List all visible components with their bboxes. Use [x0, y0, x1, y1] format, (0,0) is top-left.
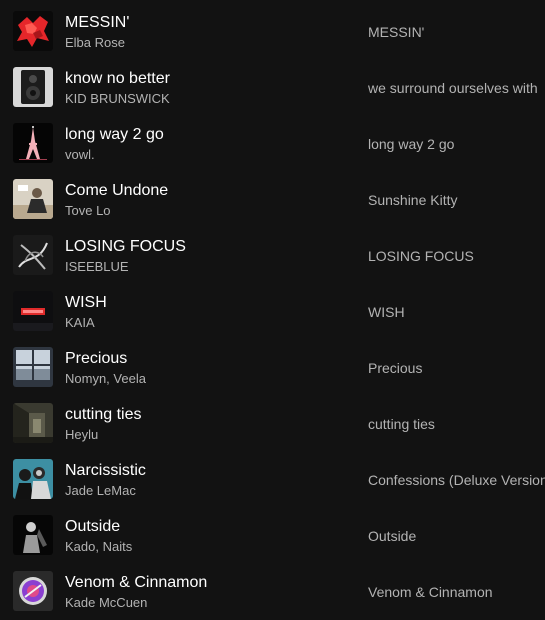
album-cover[interactable] — [13, 235, 53, 275]
track-list: MESSIN' Elba Rose MESSIN' know no better… — [0, 0, 545, 620]
album-cover[interactable] — [13, 515, 53, 555]
track-row[interactable]: Venom & Cinnamon Kade McCuen Venom & Cin… — [0, 563, 545, 619]
album-cover[interactable] — [13, 123, 53, 163]
track-artist[interactable]: Tove Lo — [65, 203, 111, 219]
album-cover[interactable] — [13, 67, 53, 107]
track-row[interactable]: Outside Kado, Naits Outside — [0, 507, 545, 563]
track-row[interactable]: know no better KID BRUNSWICK we surround… — [0, 59, 545, 115]
track-title[interactable]: know no better — [65, 69, 170, 89]
album-cover[interactable] — [13, 459, 53, 499]
track-row[interactable]: Come Undone Tove Lo Sunshine Kitty — [0, 171, 545, 227]
track-row[interactable]: long way 2 go vowl. long way 2 go — [0, 115, 545, 171]
track-album[interactable]: long way 2 go — [368, 135, 545, 153]
track-title[interactable]: cutting ties — [65, 405, 141, 425]
track-album[interactable]: Venom & Cinnamon — [368, 583, 545, 601]
group-portrait-icon — [13, 459, 53, 499]
track-row[interactable]: WISH KAIA WISH — [0, 283, 545, 339]
track-title[interactable]: WISH — [65, 293, 107, 313]
track-title[interactable]: Narcissistic — [65, 461, 146, 481]
red-crumpled-figure-icon — [13, 11, 53, 51]
track-artist[interactable]: KID BRUNSWICK — [65, 91, 170, 107]
purple-orb-icon — [13, 571, 53, 611]
track-artist[interactable]: Nomyn, Veela — [65, 371, 146, 387]
track-row[interactable]: MESSIN' Elba Rose MESSIN' — [0, 3, 545, 59]
track-album[interactable]: cutting ties — [368, 415, 545, 433]
track-title[interactable]: MESSIN' — [65, 13, 129, 33]
track-artist[interactable]: Jade LeMac — [65, 483, 136, 499]
track-artist[interactable]: Kado, Naits — [65, 539, 132, 555]
wish-neon-logo-icon — [13, 291, 53, 331]
album-cover[interactable] — [13, 291, 53, 331]
track-row[interactable]: LOSING FOCUS ISEEBLUE LOSING FOCUS — [0, 227, 545, 283]
track-title[interactable]: Come Undone — [65, 181, 168, 201]
album-cover[interactable] — [13, 403, 53, 443]
track-album[interactable]: Confessions (Deluxe Version) — [368, 471, 545, 489]
track-title[interactable]: Outside — [65, 517, 120, 537]
track-album[interactable]: Sunshine Kitty — [368, 191, 545, 209]
track-title[interactable]: Precious — [65, 349, 127, 369]
track-title[interactable]: LOSING FOCUS — [65, 237, 186, 257]
track-artist[interactable]: vowl. — [65, 147, 95, 163]
track-album[interactable]: WISH — [368, 303, 545, 321]
track-album[interactable]: LOSING FOCUS — [368, 247, 545, 265]
track-title[interactable]: long way 2 go — [65, 125, 164, 145]
track-artist[interactable]: Elba Rose — [65, 35, 125, 51]
portrait-photo-icon — [13, 179, 53, 219]
track-title[interactable]: Venom & Cinnamon — [65, 573, 207, 593]
track-artist[interactable]: Heylu — [65, 427, 98, 443]
dark-room-icon — [13, 403, 53, 443]
track-album[interactable]: we surround ourselves with — [368, 79, 545, 97]
album-cover[interactable] — [13, 571, 53, 611]
track-row[interactable]: cutting ties Heylu cutting ties — [0, 395, 545, 451]
track-row[interactable]: Narcissistic Jade LeMac Confessions (Del… — [0, 451, 545, 507]
window-landscape-icon — [13, 347, 53, 387]
track-artist[interactable]: ISEEBLUE — [65, 259, 129, 275]
album-cover[interactable] — [13, 11, 53, 51]
eiffel-tower-icon — [13, 123, 53, 163]
track-artist[interactable]: Kade McCuen — [65, 595, 147, 611]
abstract-swirl-icon — [13, 235, 53, 275]
album-cover[interactable] — [13, 179, 53, 219]
track-artist[interactable]: KAIA — [65, 315, 95, 331]
track-album[interactable]: Outside — [368, 527, 545, 545]
track-album[interactable]: MESSIN' — [368, 23, 545, 41]
album-cover[interactable] — [13, 347, 53, 387]
speaker-photo-icon — [13, 67, 53, 107]
silhouette-figure-icon — [13, 515, 53, 555]
track-album[interactable]: Precious — [368, 359, 545, 377]
track-row[interactable]: Precious Nomyn, Veela Precious — [0, 339, 545, 395]
